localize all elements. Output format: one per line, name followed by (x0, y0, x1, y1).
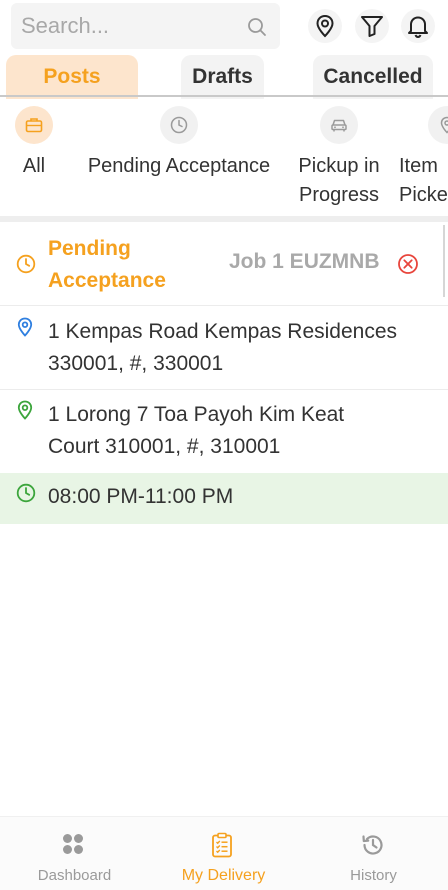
filter-all[interactable]: All (14, 106, 54, 181)
nav-history-label: History (350, 867, 397, 884)
section-divider (0, 216, 448, 222)
nav-my-delivery-label: My Delivery (181, 867, 266, 884)
job-status: Pending Acceptance (48, 237, 166, 292)
filter-button[interactable] (355, 9, 389, 43)
pickup-location-icon (17, 317, 33, 337)
tab-posts[interactable]: Posts (6, 55, 138, 99)
dropoff-location-icon (17, 400, 33, 420)
tab-drafts[interactable]: Drafts (181, 55, 264, 99)
nav-dashboard-label: Dashboard (37, 867, 112, 884)
row-divider (0, 305, 448, 306)
tab-cancelled[interactable]: Cancelled (313, 55, 433, 99)
bottom-nav: Dashboard My Delivery History (0, 816, 448, 890)
filter-pickup-circle (320, 106, 358, 144)
location-pin-icon (316, 14, 334, 38)
filter-item-picked[interactable]: Item Picked (399, 106, 448, 210)
search-icon[interactable] (247, 17, 267, 37)
clock-icon (16, 254, 36, 274)
dashboard-icon (63, 834, 83, 854)
time-window: 08:00 PM-11:00 PM (48, 485, 234, 508)
nav-history[interactable]: History (299, 817, 448, 890)
scroll-indicator (443, 225, 445, 297)
location-button[interactable] (308, 9, 342, 43)
nav-my-delivery[interactable]: My Delivery (149, 817, 298, 890)
history-icon (362, 835, 383, 855)
nav-dashboard[interactable]: Dashboard (0, 817, 149, 890)
filter-all-label: All (22, 155, 46, 177)
filter-pending-acceptance[interactable]: Pending Acceptance (79, 106, 279, 181)
clipboard-icon (212, 832, 232, 858)
filter-all-circle (15, 106, 53, 144)
time-clock-icon (16, 483, 36, 503)
filter-pending-circle (160, 106, 198, 144)
dropoff-address: 1 Lorong 7 Toa Payoh Kim Keat Court 3100… (48, 403, 345, 458)
filter-pickup-in-progress[interactable]: Pickup in Progress (286, 106, 392, 210)
row-divider (0, 389, 448, 390)
search-input[interactable] (21, 3, 236, 49)
tabs-underline (0, 95, 448, 97)
briefcase-icon (25, 118, 43, 133)
filter-item-picked-label: Item Picked (399, 155, 448, 206)
filter-pickup-label: Pickup in Progress (298, 155, 380, 206)
cancel-job-icon[interactable] (397, 253, 419, 275)
clock-icon (170, 116, 188, 134)
bell-icon (408, 16, 428, 38)
filter-item-picked-circle (428, 106, 448, 144)
search-bar[interactable] (11, 3, 280, 49)
job-id: Job 1 EUZMNB (229, 250, 380, 273)
filter-pending-label: Pending Acceptance (87, 155, 271, 177)
location-pin-icon (440, 116, 448, 134)
filter-icon (361, 16, 383, 37)
notifications-button[interactable] (401, 9, 435, 43)
car-icon (331, 119, 347, 132)
pickup-address: 1 Kempas Road Kempas Residences 330001, … (48, 320, 398, 375)
